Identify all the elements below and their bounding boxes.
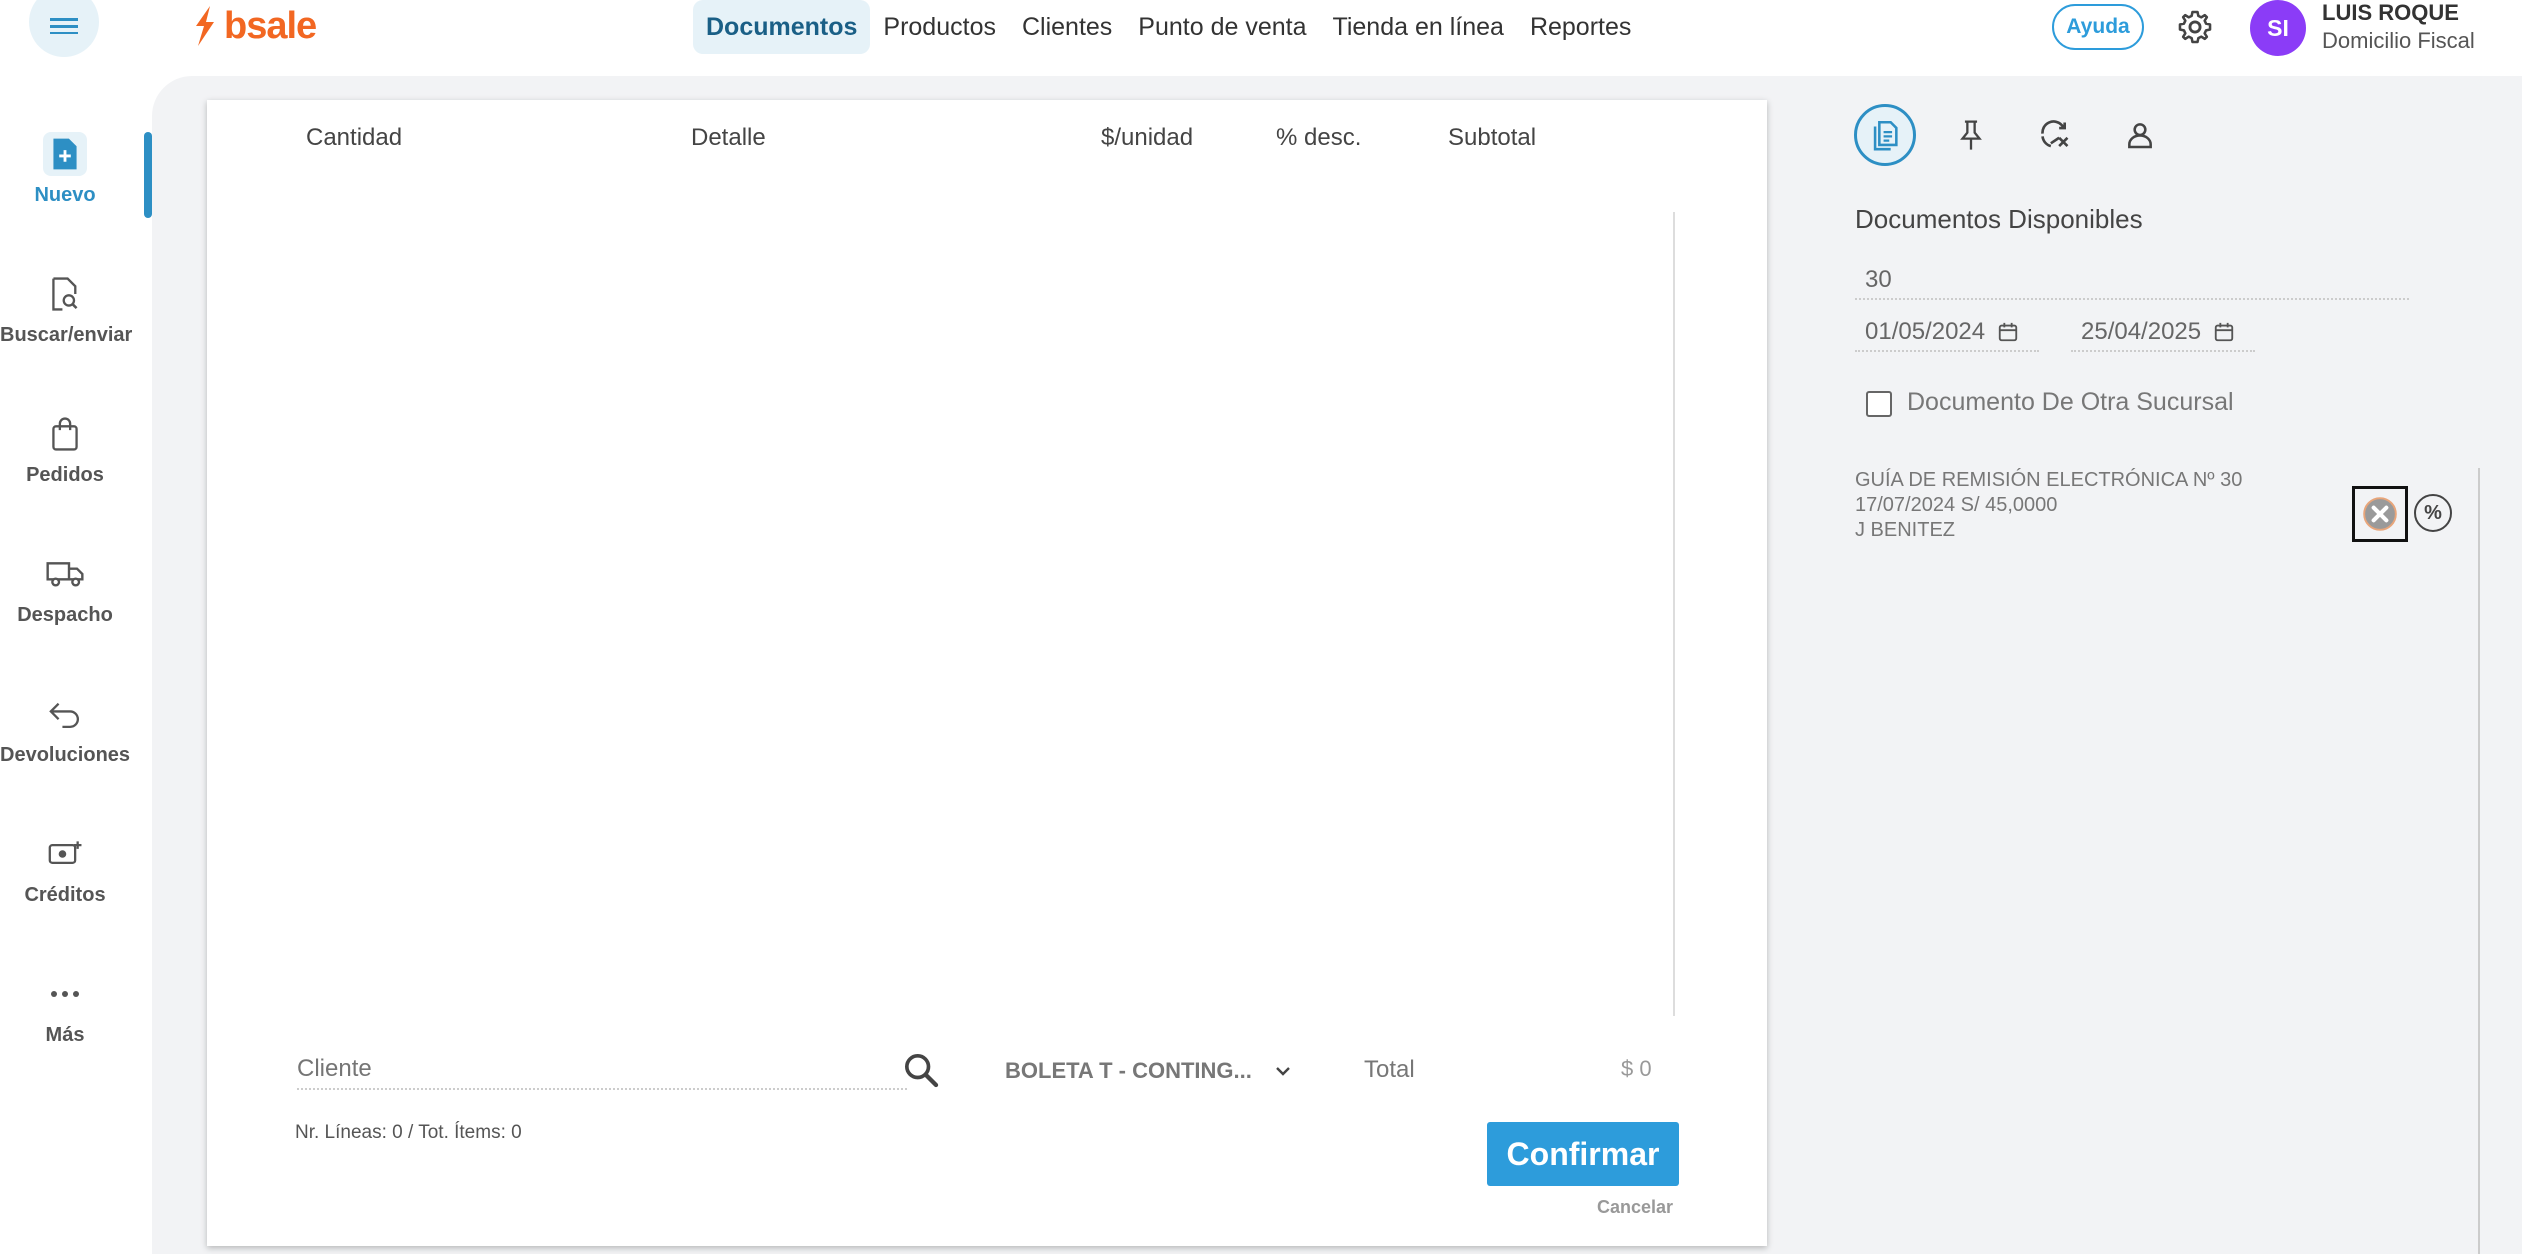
lines-info: Nr. Líneas: 0 / Tot. Ítems: 0 <box>295 1122 522 1143</box>
column-detalle: Detalle <box>691 124 766 151</box>
sidebar-item-devoluciones[interactable]: Devoluciones <box>0 692 130 767</box>
more-dots-icon <box>43 972 87 1016</box>
calendar-icon[interactable] <box>2213 321 2235 343</box>
nav-reportes[interactable]: Reportes <box>1517 0 1644 54</box>
help-button[interactable]: Ayuda <box>2052 4 2144 50</box>
client-tab[interactable] <box>2109 104 2171 166</box>
gear-icon[interactable] <box>2176 8 2214 46</box>
truck-icon <box>43 552 87 596</box>
column-subtotal: Subtotal <box>1448 124 1537 151</box>
date-from-field[interactable]: 01/05/2024 <box>1855 314 2039 352</box>
column-descuento: % desc. <box>1276 124 1362 151</box>
sidebar-item-label: Créditos <box>24 884 106 906</box>
nav-clientes[interactable]: Clientes <box>1009 0 1125 54</box>
client-search-input[interactable] <box>297 1050 907 1090</box>
pin-tab[interactable] <box>1940 104 2002 166</box>
close-circle-icon <box>2363 497 2397 531</box>
sidebar-item-label: Más <box>45 1024 85 1046</box>
document-type-select[interactable]: BOLETA T - CONTING... <box>1005 1058 1292 1084</box>
items-scrollbar-track <box>1673 212 1675 1016</box>
confirm-button[interactable]: Confirmar <box>1487 1122 1679 1186</box>
document-type-value: BOLETA T - CONTING... <box>1005 1058 1252 1083</box>
sync-off-icon <box>2041 120 2069 148</box>
user-avatar[interactable]: SI <box>2250 0 2306 56</box>
user-icon <box>2128 123 2152 149</box>
available-document-entry[interactable]: GUÍA DE REMISIÓN ELECTRÓNICA Nº 30 17/07… <box>1855 468 2242 543</box>
bsale-logo-icon <box>196 6 214 46</box>
sidebar-item-mas[interactable]: Más <box>0 972 130 1047</box>
other-branch-label[interactable]: Documento De Otra Sucursal <box>1907 388 2234 417</box>
sidebar-item-label: Buscar/enviar <box>0 324 133 346</box>
total-value: $ 0 <box>1621 1056 1652 1081</box>
search-icon[interactable] <box>901 1050 941 1090</box>
menu-button[interactable] <box>29 0 99 57</box>
column-cantidad: Cantidad <box>306 124 403 151</box>
return-arrow-icon <box>43 692 87 736</box>
nav-tienda-en-linea[interactable]: Tienda en línea <box>1320 0 1517 54</box>
sidebar-item-despacho[interactable]: Despacho <box>0 552 130 627</box>
pin-icon <box>1960 120 1982 150</box>
calendar-icon[interactable] <box>1997 321 2019 343</box>
document-entry-date-amount: 17/07/2024 S/ 45,0000 <box>1855 494 2058 516</box>
sidebar-item-creditos[interactable]: Créditos <box>0 832 130 907</box>
user-subtitle[interactable]: Domicilio Fiscal <box>2322 28 2475 54</box>
new-document-icon <box>43 132 87 176</box>
sidebar-item-label: Devoluciones <box>0 744 131 766</box>
remove-document-button[interactable] <box>2352 486 2408 542</box>
documents-tab[interactable] <box>1854 104 1916 166</box>
available-documents-title: Documentos Disponibles <box>1855 204 2143 234</box>
sidebar-item-label: Despacho <box>17 604 113 626</box>
nav-documentos[interactable]: Documentos <box>693 0 871 54</box>
sidebar-active-indicator <box>144 132 152 218</box>
date-to-value: 25/04/2025 <box>2081 318 2202 345</box>
sync-tab[interactable] <box>2024 104 2086 166</box>
date-from-value: 01/05/2024 <box>1865 318 1986 345</box>
documents-scrollbar-track <box>2478 468 2480 1254</box>
money-plus-icon <box>43 832 87 876</box>
nav-productos[interactable]: Productos <box>870 0 1009 54</box>
sidebar-item-nuevo[interactable]: Nuevo <box>0 132 130 207</box>
search-document-icon <box>43 272 87 316</box>
document-number-filter[interactable]: 30 <box>1855 262 2409 300</box>
sidebar-item-buscar-enviar[interactable]: Buscar/enviar <box>0 272 133 347</box>
main-nav: Documentos Productos Clientes Punto de v… <box>693 0 1644 54</box>
document-card: Cantidad Detalle $/unidad % desc. Subtot… <box>207 100 1767 1246</box>
document-entry-client: J BENITEZ <box>1855 519 1956 541</box>
top-bar: bsale Documentos Productos Clientes Punt… <box>0 0 2522 70</box>
documents-icon <box>1873 120 1898 151</box>
percent-icon: % <box>2424 501 2442 524</box>
shopping-bag-icon <box>43 412 87 456</box>
logo-text: bsale <box>224 4 317 47</box>
chevron-down-icon <box>1276 1067 1290 1076</box>
column-precio-unidad: $/unidad <box>1101 124 1194 151</box>
bsale-logo[interactable]: bsale <box>190 4 317 48</box>
nav-punto-de-venta[interactable]: Punto de venta <box>1125 0 1319 54</box>
sidebar: Nuevo Buscar/enviar Pedidos Despacho Dev… <box>0 70 152 1254</box>
total-label: Total <box>1364 1056 1415 1083</box>
date-to-field[interactable]: 25/04/2025 <box>2071 314 2255 352</box>
other-branch-checkbox[interactable] <box>1866 391 1892 417</box>
sidebar-item-pedidos[interactable]: Pedidos <box>0 412 130 487</box>
discount-button[interactable]: % <box>2414 494 2452 532</box>
hamburger-icon <box>50 18 78 34</box>
sidebar-item-label: Pedidos <box>26 464 104 486</box>
cancel-link[interactable]: Cancelar <box>1597 1197 1673 1218</box>
document-entry-title: GUÍA DE REMISIÓN ELECTRÓNICA Nº 30 <box>1855 469 2243 491</box>
user-name[interactable]: LUIS ROQUE <box>2322 0 2459 26</box>
sidebar-item-label: Nuevo <box>34 184 96 206</box>
